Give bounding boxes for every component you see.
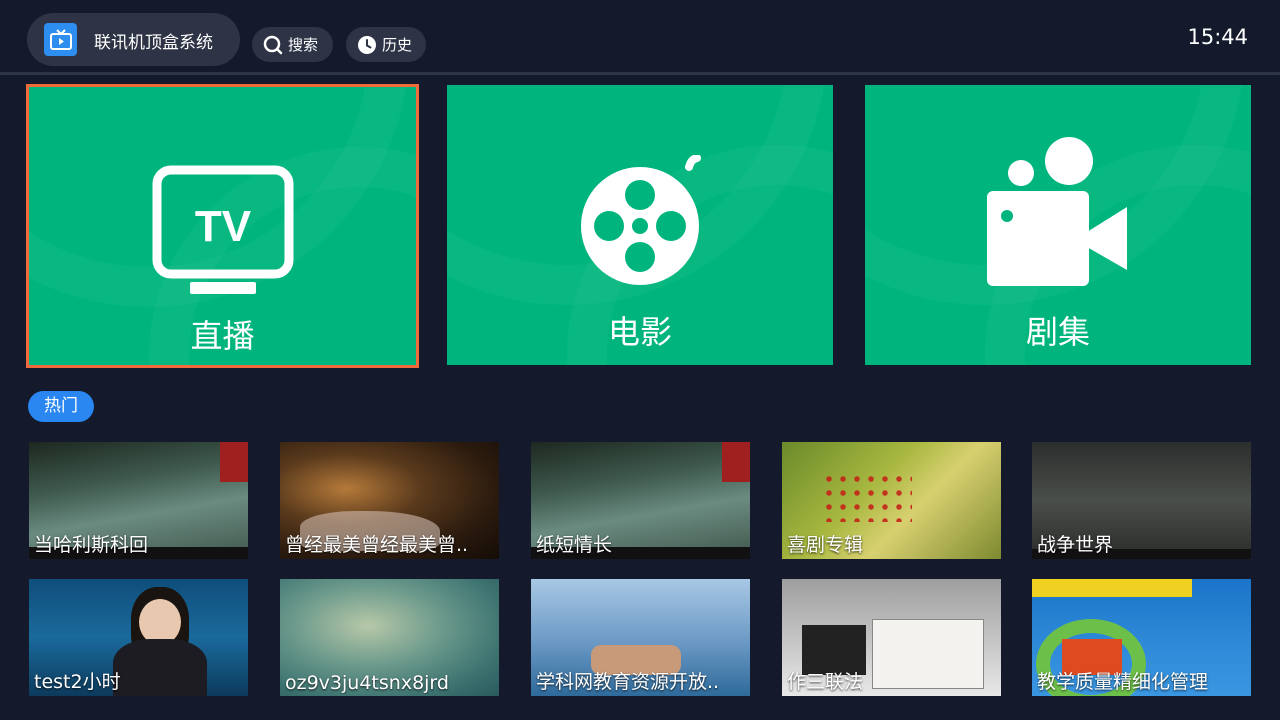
hot-item[interactable]: oz9v3ju4tsnx8jrd [280,579,499,696]
hot-item-title: oz9v3ju4tsnx8jrd [285,672,449,694]
tile-series-label: 剧集 [1025,313,1090,351]
hot-item[interactable]: test2小时 [29,579,248,696]
hot-item-title: 学科网教育资源开放.. [536,671,720,693]
hot-item-title: 教学质量精细化管理 [1037,671,1209,693]
hot-item-title: 作三联法 [787,671,864,693]
hot-item-title: test2小时 [34,671,121,693]
tile-live[interactable]: TV 直播 [26,84,419,368]
top-bar: 联讯机顶盒系统 搜索 历史 15:44 [0,0,1280,76]
tv-icon-text: TV [194,202,251,251]
tile-live-label: 直播 [190,317,255,355]
app-brand[interactable]: 联讯机顶盒系统 [27,13,240,66]
clock-time: 15:44 [1187,25,1248,49]
search-label: 搜索 [288,36,319,54]
hot-item[interactable]: 当哈利斯科回 [29,442,248,559]
film-reel-icon [569,154,711,289]
tile-series[interactable]: 剧集 [865,85,1251,365]
hot-item-title: 纸短情长 [536,534,613,556]
tile-movie[interactable]: 电影 [447,85,833,365]
hot-item[interactable]: 学科网教育资源开放.. [531,579,750,696]
header-divider [0,72,1280,75]
tile-movie-label: 电影 [607,313,672,351]
hot-item[interactable]: 教学质量精细化管理 [1032,579,1251,696]
hot-item-title: 曾经最美曾经最美曾.. [285,534,469,556]
tv-app-icon [44,23,77,56]
history-label: 历史 [382,36,413,54]
hot-item[interactable]: 曾经最美曾经最美曾.. [280,442,499,559]
hot-item[interactable]: 战争世界 [1032,442,1251,559]
tv-icon: TV [152,165,294,299]
hot-item[interactable]: 作三联法 [782,579,1001,696]
hot-item-title: 喜剧专辑 [787,534,864,556]
hot-item-title: 当哈利斯科回 [34,534,149,556]
history-button[interactable]: 历史 [346,27,426,62]
hot-item[interactable]: 喜剧专辑 [782,442,1001,559]
app-title: 联讯机顶盒系统 [94,33,213,53]
clock-icon [356,34,378,56]
search-button[interactable]: 搜索 [252,27,333,62]
video-camera-icon [987,137,1129,291]
hot-item[interactable]: 纸短情长 [531,442,750,559]
hot-item-title: 战争世界 [1037,534,1114,556]
hot-section-badge[interactable]: 热门 [28,391,94,422]
search-icon [262,34,284,56]
